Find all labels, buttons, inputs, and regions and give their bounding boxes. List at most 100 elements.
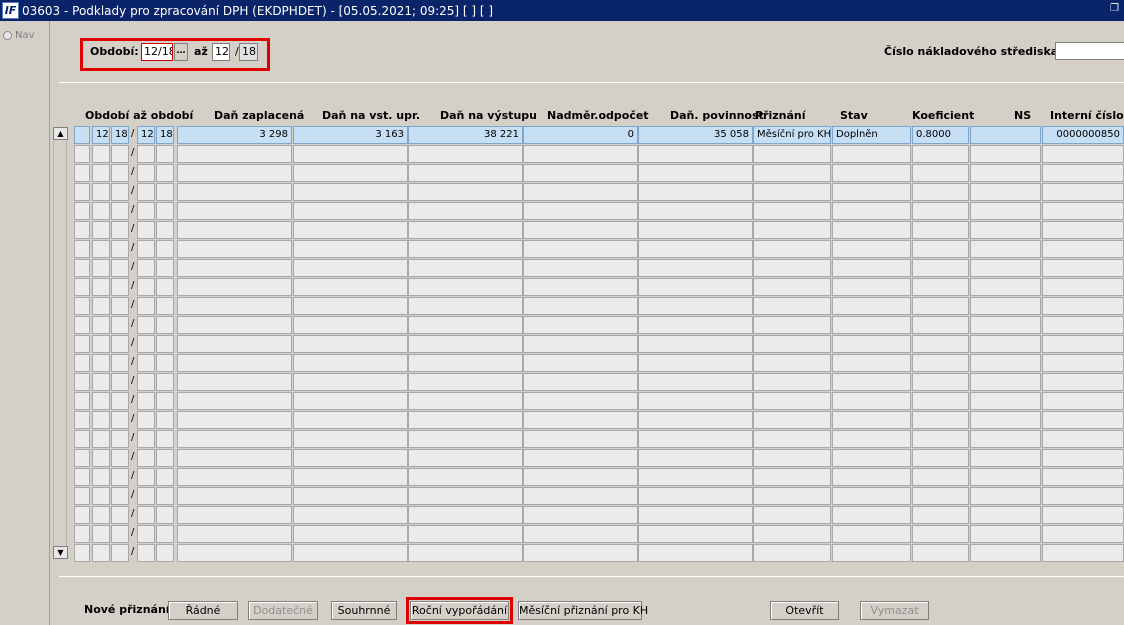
cell-input[interactable] xyxy=(293,145,408,163)
cell-coef[interactable] xyxy=(912,278,969,296)
cell-coef[interactable] xyxy=(912,240,969,258)
cell-year-from[interactable] xyxy=(111,487,129,505)
cell-month-from[interactable] xyxy=(92,449,110,467)
cell-year-from[interactable] xyxy=(111,544,129,562)
table-row[interactable]: / xyxy=(51,487,1124,506)
row-selector[interactable] xyxy=(74,354,90,372)
cell-liability[interactable] xyxy=(638,544,753,562)
cell-liability[interactable] xyxy=(638,411,753,429)
cell-year-to[interactable] xyxy=(156,278,174,296)
cell-coef[interactable] xyxy=(912,544,969,562)
table-row[interactable]: / xyxy=(51,392,1124,411)
cell-month-to[interactable] xyxy=(137,430,155,448)
cell-month-from[interactable] xyxy=(92,221,110,239)
cell-status[interactable] xyxy=(832,354,911,372)
cell-input[interactable] xyxy=(293,392,408,410)
table-row[interactable]: / xyxy=(51,525,1124,544)
cell-coef[interactable] xyxy=(912,449,969,467)
cell-year-to[interactable]: 18 xyxy=(156,126,174,144)
cell-month-to[interactable] xyxy=(137,297,155,315)
cell-year-to[interactable] xyxy=(156,525,174,543)
cell-internal[interactable] xyxy=(1042,392,1124,410)
cell-input[interactable] xyxy=(293,468,408,486)
cell-output[interactable] xyxy=(408,468,523,486)
annual-settlement-button[interactable]: Roční vypořádání xyxy=(410,601,509,620)
cell-input[interactable] xyxy=(293,525,408,543)
cell-excess[interactable] xyxy=(523,506,638,524)
row-selector[interactable] xyxy=(74,544,90,562)
cell-status[interactable] xyxy=(832,392,911,410)
cell-paid[interactable] xyxy=(177,316,292,334)
cell-liability[interactable] xyxy=(638,278,753,296)
cell-declaration[interactable] xyxy=(753,411,831,429)
cell-year-to[interactable] xyxy=(156,449,174,467)
cell-year-to[interactable] xyxy=(156,468,174,486)
cell-year-to[interactable] xyxy=(156,544,174,562)
cell-liability[interactable] xyxy=(638,335,753,353)
cell-coef[interactable] xyxy=(912,259,969,277)
cell-internal[interactable] xyxy=(1042,506,1124,524)
cell-paid[interactable] xyxy=(177,164,292,182)
cell-excess[interactable] xyxy=(523,316,638,334)
table-row[interactable]: / xyxy=(51,411,1124,430)
cell-ns[interactable] xyxy=(970,202,1041,220)
cell-year-from[interactable] xyxy=(111,468,129,486)
cell-declaration[interactable]: Měsíční pro KH xyxy=(753,126,831,144)
row-selector[interactable] xyxy=(74,316,90,334)
row-selector[interactable] xyxy=(74,164,90,182)
cell-year-from[interactable] xyxy=(111,202,129,220)
cell-excess[interactable] xyxy=(523,221,638,239)
row-selector[interactable] xyxy=(74,240,90,258)
cell-coef[interactable]: 0.8000 xyxy=(912,126,969,144)
cell-declaration[interactable] xyxy=(753,316,831,334)
cell-year-to[interactable] xyxy=(156,240,174,258)
row-selector[interactable] xyxy=(74,468,90,486)
cell-month-to[interactable] xyxy=(137,221,155,239)
cell-output[interactable] xyxy=(408,544,523,562)
cell-year-to[interactable] xyxy=(156,145,174,163)
table-row[interactable]: / xyxy=(51,145,1124,164)
cell-ns[interactable] xyxy=(970,449,1041,467)
cell-output[interactable] xyxy=(408,278,523,296)
cell-year-to[interactable] xyxy=(156,221,174,239)
cell-coef[interactable] xyxy=(912,221,969,239)
cell-internal[interactable] xyxy=(1042,430,1124,448)
cell-declaration[interactable] xyxy=(753,259,831,277)
cell-month-to[interactable]: 12 xyxy=(137,126,155,144)
cell-month-to[interactable] xyxy=(137,411,155,429)
cell-input[interactable] xyxy=(293,240,408,258)
row-selector[interactable] xyxy=(74,145,90,163)
cell-year-from[interactable] xyxy=(111,221,129,239)
table-row[interactable]: / xyxy=(51,449,1124,468)
cell-output[interactable] xyxy=(408,449,523,467)
cell-month-from[interactable] xyxy=(92,392,110,410)
cell-status[interactable] xyxy=(832,316,911,334)
cell-liability[interactable] xyxy=(638,430,753,448)
cell-month-from[interactable] xyxy=(92,259,110,277)
cell-liability[interactable] xyxy=(638,354,753,372)
cell-status[interactable] xyxy=(832,430,911,448)
cell-year-to[interactable] xyxy=(156,430,174,448)
cell-year-to[interactable] xyxy=(156,487,174,505)
cell-output[interactable] xyxy=(408,487,523,505)
cell-declaration[interactable] xyxy=(753,544,831,562)
cell-status[interactable] xyxy=(832,335,911,353)
cell-year-from[interactable] xyxy=(111,316,129,334)
cell-coef[interactable] xyxy=(912,335,969,353)
cell-output[interactable] xyxy=(408,316,523,334)
cell-input[interactable] xyxy=(293,449,408,467)
cell-ns[interactable] xyxy=(970,468,1041,486)
cell-year-to[interactable] xyxy=(156,411,174,429)
cell-liability[interactable] xyxy=(638,145,753,163)
cell-month-from[interactable] xyxy=(92,544,110,562)
cell-excess[interactable] xyxy=(523,278,638,296)
cell-paid[interactable] xyxy=(177,183,292,201)
cell-declaration[interactable] xyxy=(753,430,831,448)
cell-year-to[interactable] xyxy=(156,354,174,372)
cell-paid[interactable] xyxy=(177,506,292,524)
cell-internal[interactable] xyxy=(1042,487,1124,505)
cell-paid[interactable] xyxy=(177,430,292,448)
row-selector[interactable] xyxy=(74,506,90,524)
cell-month-to[interactable] xyxy=(137,202,155,220)
cell-paid[interactable] xyxy=(177,202,292,220)
